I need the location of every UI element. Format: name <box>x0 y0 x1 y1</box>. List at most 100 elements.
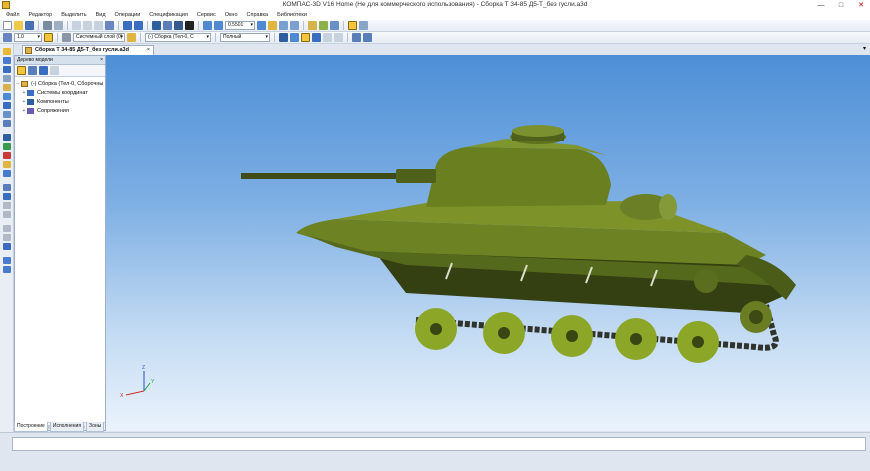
layer-combo[interactable]: Системный слой (0) <box>73 33 125 42</box>
menu-help[interactable]: Справка <box>247 12 269 18</box>
compact-panel <box>0 44 14 432</box>
report-icon[interactable] <box>3 193 11 200</box>
selection-icon[interactable] <box>3 202 11 209</box>
specification-icon[interactable] <box>3 184 11 191</box>
perspective-icon[interactable] <box>330 21 339 30</box>
layers-icon[interactable] <box>3 266 11 273</box>
command-line[interactable] <box>12 437 866 451</box>
menu-operations[interactable]: Операции <box>115 12 141 18</box>
minimize-button[interactable]: — <box>816 2 826 9</box>
undo-icon[interactable] <box>123 21 132 30</box>
tab-versions[interactable]: Исполнения <box>49 422 85 432</box>
print-preview-icon[interactable] <box>54 21 63 30</box>
new-document-icon[interactable] <box>3 21 12 30</box>
cut-icon[interactable] <box>72 21 81 30</box>
mates-icon[interactable] <box>3 134 11 141</box>
current-state-toolbar: 1.0 Системный слой (0) (-) Сборка (Тел-0… <box>0 32 870 44</box>
color-icon[interactable] <box>301 33 310 42</box>
tree-view-mode-icon[interactable] <box>28 66 37 75</box>
menu-view[interactable]: Вид <box>96 12 106 18</box>
space-curves-icon[interactable] <box>3 93 11 100</box>
filter-icon[interactable] <box>348 21 357 30</box>
zoom-scale-combo[interactable]: 0.5501 <box>225 21 255 30</box>
assembly-document-icon <box>25 47 32 54</box>
section-icon[interactable] <box>359 21 368 30</box>
tree-structure-icon[interactable] <box>17 66 26 75</box>
tree-item-mates[interactable]: + Сопряжения <box>15 106 105 115</box>
layer-settings-icon[interactable] <box>127 33 136 42</box>
properties-icon[interactable] <box>105 21 114 30</box>
diagnostic-icon[interactable] <box>3 75 11 82</box>
snap-icon[interactable] <box>44 33 53 42</box>
components-icon[interactable] <box>3 143 11 150</box>
shaded-icon[interactable] <box>319 21 328 30</box>
manager-icon[interactable] <box>152 21 161 30</box>
menu-edit[interactable]: Редактор <box>29 12 53 18</box>
menu-libraries[interactable]: Библиотеки <box>277 12 307 18</box>
orientation-icon[interactable] <box>290 21 299 30</box>
3d-viewport[interactable]: Z X Y <box>106 55 870 431</box>
edit-assembly-icon[interactable] <box>3 48 11 55</box>
menu-service[interactable]: Сервис <box>197 12 216 18</box>
display-icon[interactable] <box>290 33 299 42</box>
model-tree-close-icon[interactable]: × <box>100 56 103 64</box>
open-icon[interactable] <box>14 21 23 30</box>
render-icon[interactable] <box>3 243 11 250</box>
variables-icon[interactable] <box>163 21 172 30</box>
menu-specification[interactable]: Спецификация <box>149 12 188 18</box>
help-icon[interactable] <box>185 21 194 30</box>
zoom-in-icon[interactable] <box>203 21 212 30</box>
tree-settings-icon[interactable] <box>50 66 59 75</box>
library-icon[interactable] <box>3 225 11 232</box>
hole-icon[interactable] <box>3 152 11 159</box>
copy-icon[interactable] <box>83 21 92 30</box>
chamfer-icon[interactable] <box>3 161 11 168</box>
paste-icon[interactable] <box>94 21 103 30</box>
tab-build[interactable]: Построение <box>14 422 48 432</box>
measure-icon[interactable] <box>352 33 361 42</box>
hidden-lines-icon[interactable] <box>323 33 332 42</box>
status-area <box>0 432 870 471</box>
document-tab[interactable]: Сборка Т 34-85 Д5-Т_без гусли.a3d × <box>22 45 154 55</box>
designation-icon[interactable] <box>3 66 11 73</box>
rotate-icon[interactable] <box>268 21 277 30</box>
maximize-button[interactable]: □ <box>836 2 846 9</box>
close-button[interactable]: ✕ <box>856 1 866 9</box>
macro-icon[interactable] <box>3 234 11 241</box>
measure-icon[interactable] <box>3 84 11 91</box>
arrays-icon[interactable] <box>3 111 11 118</box>
tab-zones[interactable]: Зоны <box>86 422 105 432</box>
menu-window[interactable]: Окно <box>225 12 238 18</box>
view-mode-icon[interactable] <box>308 21 317 30</box>
properties-panel-icon[interactable] <box>3 257 11 264</box>
zoom-out-icon[interactable] <box>214 21 223 30</box>
dimensions-icon[interactable] <box>3 57 11 64</box>
redo-icon[interactable] <box>134 21 143 30</box>
tank-model[interactable]: Z X Y <box>106 55 870 431</box>
library-manager-icon[interactable] <box>174 21 183 30</box>
filters-icon[interactable] <box>3 211 11 218</box>
tree-item-assembly[interactable]: − (-) Сборка (Тел-0, Сборочны <box>15 79 105 88</box>
assembly-combo[interactable]: (-) Сборка (Тел-0, С <box>145 33 211 42</box>
wireframe-icon[interactable] <box>334 33 343 42</box>
step-combo[interactable]: 1.0 <box>14 33 42 42</box>
print-icon[interactable] <box>43 21 52 30</box>
tree-item-components[interactable]: + Компоненты <box>15 97 105 106</box>
orientation-icon[interactable] <box>279 33 288 42</box>
tab-list-chevron-icon[interactable]: ▾ <box>863 45 866 52</box>
axis-x-label: X <box>120 393 124 399</box>
aux-geometry-icon[interactable] <box>3 120 11 127</box>
tree-item-coordinate-systems[interactable]: + Системы координат <box>15 88 105 97</box>
save-icon[interactable] <box>25 21 34 30</box>
menu-file[interactable]: Файл <box>6 12 20 18</box>
zoom-fit-icon[interactable] <box>257 21 266 30</box>
menu-select[interactable]: Выделить <box>61 12 86 18</box>
surfaces-icon[interactable] <box>3 102 11 109</box>
display-mode-combo[interactable]: Полный <box>220 33 270 42</box>
document-tab-close-icon[interactable]: × <box>147 46 150 55</box>
tree-filter-icon[interactable] <box>39 66 48 75</box>
sheet-metal-icon[interactable] <box>3 170 11 177</box>
pan-icon[interactable] <box>279 21 288 30</box>
section-icon[interactable] <box>363 33 372 42</box>
shading-icon[interactable] <box>312 33 321 42</box>
